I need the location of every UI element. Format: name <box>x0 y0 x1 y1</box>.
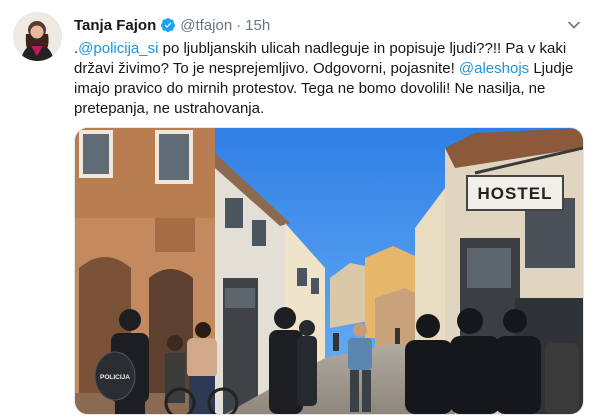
chevron-down-icon[interactable] <box>566 17 582 33</box>
verified-badge-icon <box>160 17 176 33</box>
police-shield-text: POLICIJA <box>100 374 130 381</box>
tweet-photo[interactable]: HOSTEL POLICIJA <box>74 127 584 415</box>
tweet-text: .@policija_si po ljubljanskih ulicah nad… <box>74 39 584 119</box>
tweet-header: Tanja Fajon @tfajon · 15h <box>74 15 270 35</box>
author-name[interactable]: Tanja Fajon <box>74 17 156 34</box>
mention-link[interactable]: @policija_si <box>78 40 158 57</box>
hostel-sign-text: HOSTEL <box>478 184 553 203</box>
author-handle[interactable]: @tfajon <box>180 17 232 34</box>
header-separator: · <box>236 16 242 34</box>
author-avatar[interactable] <box>13 12 62 61</box>
mention-link[interactable]: @aleshojs <box>459 60 529 77</box>
tweet-timestamp[interactable]: 15h <box>245 17 270 34</box>
